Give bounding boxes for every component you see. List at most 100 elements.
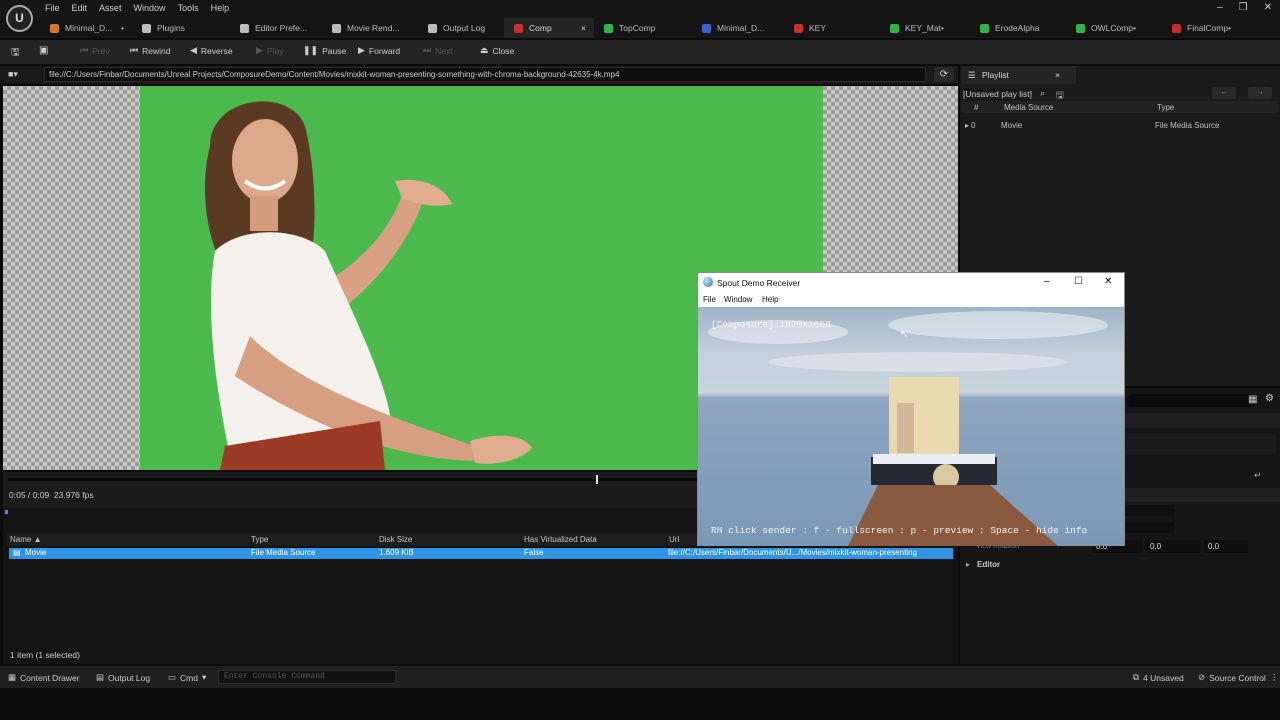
source-control-label: Source Control <box>1209 672 1266 683</box>
editor-tab[interactable]: ErodeAlpha <box>970 18 1066 38</box>
spout-menu-help[interactable]: Help <box>762 295 778 304</box>
tab-label: OWLComp• <box>1091 23 1137 33</box>
menu-asset[interactable]: Asset <box>98 3 133 13</box>
menu-tools[interactable]: Tools <box>177 3 210 13</box>
expand-arrow-icon[interactable]: ▸ <box>965 121 969 130</box>
row-type: File Media Source <box>251 548 316 557</box>
editor-tab[interactable]: OWLComp• <box>1066 18 1162 38</box>
grid-view-icon[interactable]: ▦ <box>1248 394 1257 405</box>
pl-row-source: Movie <box>1001 121 1023 130</box>
menu-bar: File Edit Asset Window Tools Help <box>44 3 240 13</box>
details-search-input[interactable] <box>1126 394 1256 407</box>
editor-section-label[interactable]: Editor <box>977 560 1000 569</box>
tab-label: Output Log <box>443 23 486 33</box>
list-icon: ☰ <box>968 70 976 80</box>
forward-button[interactable]: ▶ Forward <box>358 45 400 56</box>
next-item-icon[interactable]: → <box>1248 87 1272 99</box>
window-controls: – ❐ ✕ <box>1217 2 1272 13</box>
editor-tab[interactable]: KEY_Mat• <box>880 18 970 38</box>
tab-label: Minimal_D... <box>717 23 765 33</box>
asset-icon <box>980 23 989 33</box>
save-icon[interactable]: 🖫 <box>11 45 20 62</box>
status-bar: ▦ Content Drawer ▤ Output Log ▭ Cmd ▾ Enter … <box>0 666 1280 688</box>
close-tab-icon[interactable]: × <box>1055 70 1060 80</box>
rewind-button[interactable]: ⏮ Rewind <box>130 45 170 56</box>
menu-edit[interactable]: Edit <box>71 3 99 13</box>
output-log-button[interactable]: ▤ Output Log <box>96 672 150 683</box>
spout-minimize-icon[interactable]: – <box>1044 276 1050 287</box>
browse-icon[interactable]: ▣ <box>39 45 48 56</box>
reverse-button[interactable]: ◀ Reverse <box>190 45 233 56</box>
asset-icon <box>332 23 341 33</box>
modified-dot-icon: • <box>121 23 124 33</box>
pl-col-source: Media Source <box>1004 103 1054 112</box>
editor-tab[interactable]: FinalComp• <box>1162 18 1254 38</box>
content-drawer-button[interactable]: ▦ Content Drawer <box>8 672 80 683</box>
editor-tab[interactable]: Minimal_D... • <box>40 18 132 38</box>
unreal-logo-icon[interactable]: U <box>6 5 33 32</box>
minimize-icon[interactable]: – <box>1217 2 1223 13</box>
settings-icon[interactable]: ⚙ <box>1265 393 1274 404</box>
search-icon[interactable]: ⌕ <box>1040 88 1045 99</box>
editor-tab[interactable]: Movie Rend... <box>322 18 418 38</box>
editor-expand-icon[interactable]: ▸ <box>966 560 970 569</box>
menu-file[interactable]: File <box>44 3 71 13</box>
tab-label: Movie Rend... <box>347 23 400 33</box>
col-virtualized[interactable]: Has Virtualized Data <box>524 535 597 544</box>
source-control-button[interactable]: ⊘ Source Control ⋮ <box>1198 672 1278 683</box>
col-type[interactable]: Type <box>251 535 268 544</box>
menu-help[interactable]: Help <box>210 3 241 13</box>
console-command-input[interactable]: Enter Console Command <box>218 670 396 684</box>
spout-menu-file[interactable]: File <box>703 295 716 304</box>
details-field-a[interactable] <box>1124 505 1174 516</box>
menu-window[interactable]: Window <box>133 3 177 13</box>
col-url[interactable]: Url <box>669 535 679 544</box>
table-row[interactable]: ▤ Movie File Media Source 1.609 KiB Fals… <box>9 548 953 559</box>
next-button[interactable]: ⏭ Next <box>423 45 453 56</box>
spout-maximize-icon[interactable]: ☐ <box>1074 276 1083 287</box>
spout-preview[interactable]: [Composure] 1920x1080 RH click sender : … <box>698 307 1124 546</box>
editor-tab[interactable]: KEY <box>784 18 880 38</box>
refresh-icon[interactable]: ⟳ <box>934 67 954 82</box>
forward-icon: ▶ <box>358 45 365 55</box>
editor-tab[interactable]: TopComp <box>594 18 692 38</box>
editor-tab[interactable]: Minimal_D... <box>692 18 784 38</box>
close-tab-icon[interactable]: × <box>581 23 586 33</box>
url-bar: ■▾ file://C:/Users/Finbar/Documents/Unre… <box>0 66 958 84</box>
rotation-y-field[interactable]: 0.0 <box>1146 540 1200 553</box>
composited-scene <box>708 311 1108 546</box>
playlist-row[interactable]: ▸ 0 Movie File Media Source <box>962 121 1278 132</box>
editor-tabs: Minimal_D... • Plugins Editor Prefe... Movie… <box>40 18 1254 38</box>
folder-icon[interactable]: ■▾ <box>8 69 18 80</box>
close-media-button[interactable]: ⏏ Close <box>480 45 514 56</box>
spout-menu-window[interactable]: Window <box>724 295 752 304</box>
restore-icon[interactable]: ❐ <box>1239 2 1248 13</box>
editor-tab[interactable]: Editor Prefe... <box>230 18 322 38</box>
previous-item-icon[interactable]: ← <box>1212 87 1236 99</box>
spout-close-icon[interactable]: ✕ <box>1104 276 1112 287</box>
col-disk-size[interactable]: Disk Size <box>379 535 412 544</box>
close-icon[interactable]: ✕ <box>1264 2 1272 13</box>
unsaved-button[interactable]: ⧉ 4 Unsaved <box>1133 672 1184 683</box>
editor-tab[interactable]: Comp × <box>504 18 594 38</box>
playlist-name: [Unsaved play list] <box>963 89 1032 99</box>
scrubber-handle[interactable] <box>596 475 598 484</box>
playlist-headers: # Media Source Type <box>962 101 1278 113</box>
prev-button[interactable]: ⏮ Prev <box>80 45 110 56</box>
pause-button[interactable]: ❚❚ Pause <box>303 45 346 56</box>
media-url-input[interactable]: file://C:/Users/Finbar/Documents/Unreal … <box>44 67 926 82</box>
details-field-b[interactable] <box>1124 522 1174 533</box>
editor-tab[interactable]: Output Log <box>418 18 504 38</box>
more-icon[interactable]: ⋮ <box>1270 672 1279 683</box>
asset-icon <box>890 23 899 33</box>
reset-arrow-icon[interactable]: ↵ <box>1254 470 1262 481</box>
prev-icon: ⏮ <box>80 45 89 55</box>
spout-title-bar: Spout Demo Receiver – ☐ ✕ <box>698 273 1124 293</box>
tab-playlist[interactable]: ☰ Playlist × <box>962 66 1076 84</box>
editor-tab[interactable]: Plugins <box>132 18 230 38</box>
asset-icon <box>794 23 803 33</box>
col-name[interactable]: Name ▲ <box>10 535 42 544</box>
play-button[interactable]: ▶ Play <box>256 45 283 56</box>
cmd-dropdown[interactable]: ▭ Cmd ▾ <box>168 672 206 683</box>
rotation-z-field[interactable]: 0.0 <box>1204 540 1248 553</box>
